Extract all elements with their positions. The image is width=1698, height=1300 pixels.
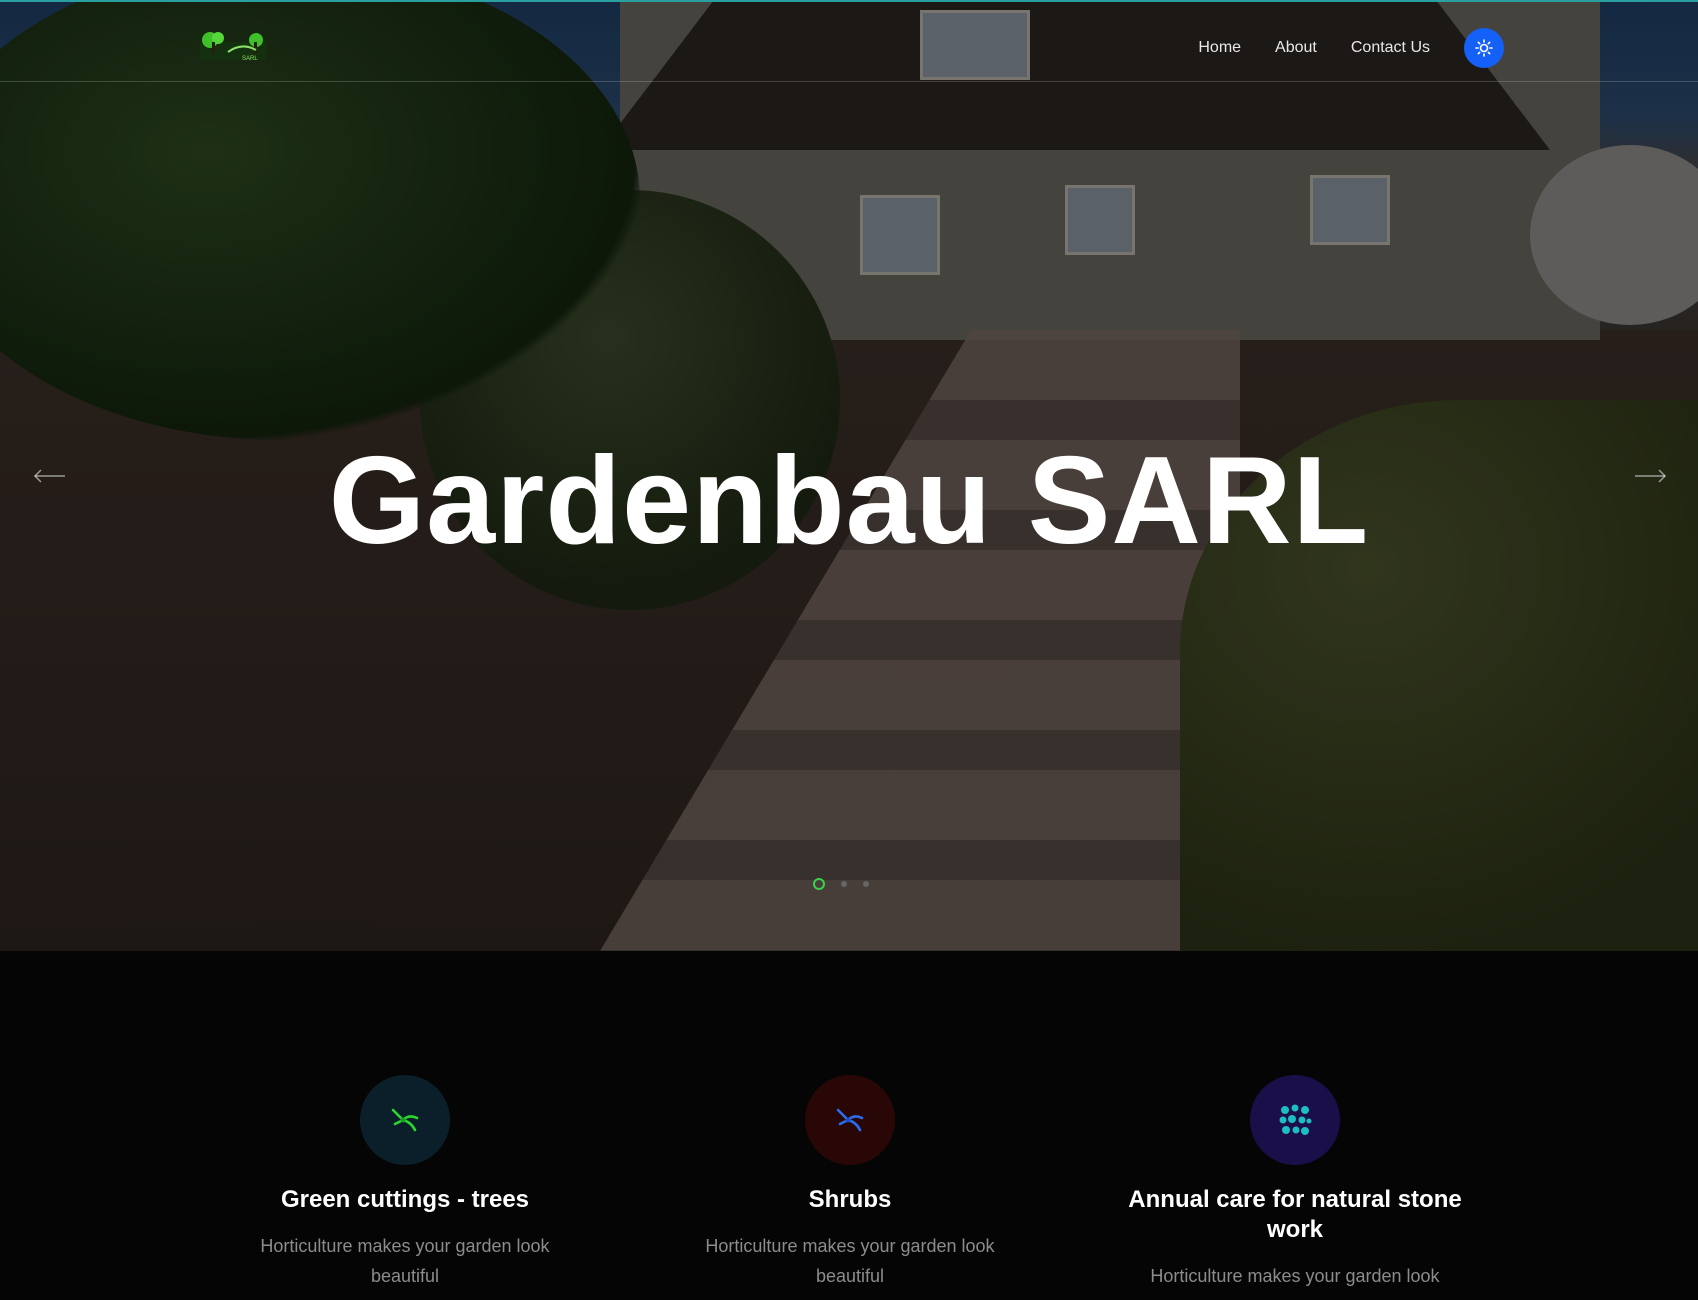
arrow-right-icon: [1635, 469, 1667, 483]
service-description: Horticulture makes your garden look beau…: [260, 1236, 550, 1286]
sun-icon: [1475, 39, 1493, 57]
service-card-shrubs: Shrubs Horticulture makes your garden lo…: [670, 1075, 1030, 1291]
slider-dot-1[interactable]: [813, 878, 825, 890]
site-logo[interactable]: SARL: [198, 28, 270, 64]
services-section: Green cuttings - trees Horticulture make…: [0, 951, 1698, 1300]
theme-toggle-button[interactable]: [1464, 28, 1504, 68]
arrow-left-icon: [33, 469, 65, 483]
pruning-shears-icon: [836, 1108, 864, 1132]
service-description: Horticulture makes your garden look: [1150, 1266, 1440, 1286]
pruning-shears-icon: [391, 1108, 419, 1132]
service-title: Shrubs: [808, 1186, 892, 1213]
slider-dot-2[interactable]: [841, 881, 847, 887]
slider-prev-button[interactable]: [32, 462, 68, 490]
nav-contact-link[interactable]: Contact Us: [1351, 39, 1430, 57]
slider-next-button[interactable]: [1632, 462, 1668, 490]
nav-about-link[interactable]: About: [1275, 39, 1317, 57]
top-accent-line: [0, 0, 1698, 2]
nav-divider: [0, 81, 1698, 82]
main-nav: Home About Contact Us: [1198, 28, 1504, 68]
nav-home-link[interactable]: Home: [1198, 39, 1241, 57]
service-title: Green cuttings - trees: [280, 1186, 530, 1213]
logo-text: SARL: [242, 56, 258, 62]
service-icon-circle: [360, 1075, 450, 1165]
slider-pagination: [813, 878, 869, 890]
service-title: Annual care for natural stone work: [1128, 1186, 1462, 1243]
service-icon-circle: [805, 1075, 895, 1165]
service-description: Horticulture makes your garden look beau…: [705, 1236, 995, 1286]
service-card-natural-stone: Annual care for natural stone work Horti…: [1115, 1075, 1475, 1291]
trees-logo-icon: SARL: [200, 32, 266, 62]
slider-dot-3[interactable]: [863, 881, 869, 887]
hero-title: Gardenbau SARL: [328, 432, 1370, 570]
service-card-green-cuttings: Green cuttings - trees Horticulture make…: [225, 1075, 585, 1291]
service-icon-circle: [1250, 1075, 1340, 1165]
stone-pattern-icon: [1279, 1104, 1312, 1135]
